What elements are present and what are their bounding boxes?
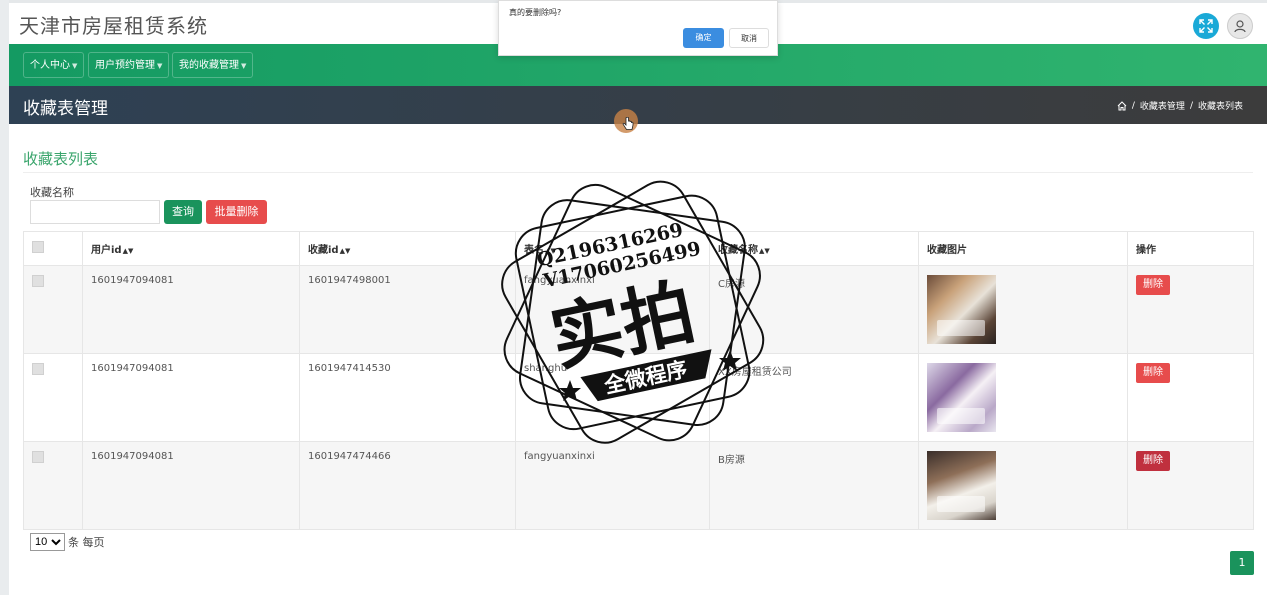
column-header: 收藏图片 xyxy=(918,231,1128,266)
cell-refid: 1601947474466 xyxy=(299,441,516,530)
page-number[interactable]: 1 xyxy=(1230,551,1254,575)
nav-my-favorites[interactable]: 我的收藏管理 ▼ xyxy=(172,52,254,78)
row-checkbox[interactable] xyxy=(32,363,44,375)
page-title: 收藏表管理 xyxy=(23,99,108,119)
column-header: 操作 xyxy=(1127,231,1254,266)
delete-button[interactable]: 删除 xyxy=(1136,275,1170,295)
row-checkbox[interactable] xyxy=(32,451,44,463)
breadcrumb-separator: / xyxy=(1189,100,1193,111)
header-select-all xyxy=(23,231,83,266)
filter-label: 收藏名称 xyxy=(30,186,74,199)
watermark-stamp: Q2196316269 V17060256499 实拍 全微程序 xyxy=(501,180,765,444)
column-label: 收藏图片 xyxy=(927,245,967,256)
nav-personal-center[interactable]: 个人中心 ▼ xyxy=(23,52,85,78)
select-all-checkbox[interactable] xyxy=(32,241,44,253)
breadcrumb-separator: / xyxy=(1131,100,1135,111)
column-label: 操作 xyxy=(1136,245,1156,256)
nav-user-booking[interactable]: 用户预约管理 ▼ xyxy=(88,52,170,78)
delete-button[interactable]: 删除 xyxy=(1136,363,1170,383)
cancel-button[interactable]: 取消 xyxy=(729,28,769,48)
favorite-image[interactable] xyxy=(927,451,996,520)
title-bar: 收藏表管理 / 收藏表管理 / 收藏表列表 xyxy=(9,86,1267,124)
user-icon xyxy=(1234,20,1246,33)
column-header[interactable]: 收藏id▲▼ xyxy=(299,231,516,266)
chevron-down-icon: ▼ xyxy=(72,62,78,70)
cell-userid: 1601947094081 xyxy=(82,441,300,530)
breadcrumb-item[interactable]: 收藏表管理 xyxy=(1140,99,1185,112)
sort-icon[interactable]: ▲▼ xyxy=(123,247,134,255)
batch-delete-button[interactable]: 批量删除 xyxy=(206,200,267,224)
chevron-down-icon: ▼ xyxy=(157,62,163,70)
page-size-suffix: 条 每页 xyxy=(68,536,105,549)
breadcrumb-item: 收藏表列表 xyxy=(1197,102,1243,112)
breadcrumb: / 收藏表管理 / 收藏表列表 xyxy=(1117,99,1243,112)
mouse-cursor xyxy=(614,109,638,133)
hand-pointer-icon xyxy=(622,117,634,130)
confirm-button[interactable]: 确定 xyxy=(683,28,724,48)
chevron-down-icon: ▼ xyxy=(241,62,247,70)
column-header[interactable]: 用户id▲▼ xyxy=(82,231,300,266)
section-title: 收藏表列表 xyxy=(23,150,99,168)
favorite-image[interactable] xyxy=(927,363,996,432)
cell-userid: 1601947094081 xyxy=(82,353,300,442)
delete-button[interactable]: 删除 xyxy=(1136,451,1170,471)
cell-refid: 1601947414530 xyxy=(299,353,516,442)
cell-refid: 1601947498001 xyxy=(299,265,516,354)
cell-userid: 1601947094081 xyxy=(82,265,300,354)
column-label: 收藏id xyxy=(308,245,339,256)
nav-label: 用户预约管理 xyxy=(95,60,155,71)
search-button[interactable]: 查询 xyxy=(164,200,202,224)
app-title: 天津市房屋租赁系统 xyxy=(19,14,208,38)
sort-icon[interactable]: ▲▼ xyxy=(340,247,351,255)
home-icon[interactable] xyxy=(1117,100,1127,111)
favorite-image[interactable] xyxy=(927,275,996,344)
nav-label: 个人中心 xyxy=(30,60,70,71)
nav-label: 我的收藏管理 xyxy=(179,60,239,71)
dialog-message: 真的要删除吗? xyxy=(509,8,562,17)
page-size-select[interactable]: 10 xyxy=(30,533,65,551)
column-label: 用户id xyxy=(91,245,122,256)
favorite-name-input[interactable] xyxy=(30,200,160,224)
page-size-control: 10 条 每页 xyxy=(30,533,105,551)
user-menu-button[interactable] xyxy=(1227,13,1253,39)
confirm-dialog: 真的要删除吗? 确定 取消 xyxy=(498,0,778,56)
row-checkbox[interactable] xyxy=(32,275,44,287)
expand-icon xyxy=(1199,19,1213,33)
fullscreen-button[interactable] xyxy=(1193,13,1219,39)
